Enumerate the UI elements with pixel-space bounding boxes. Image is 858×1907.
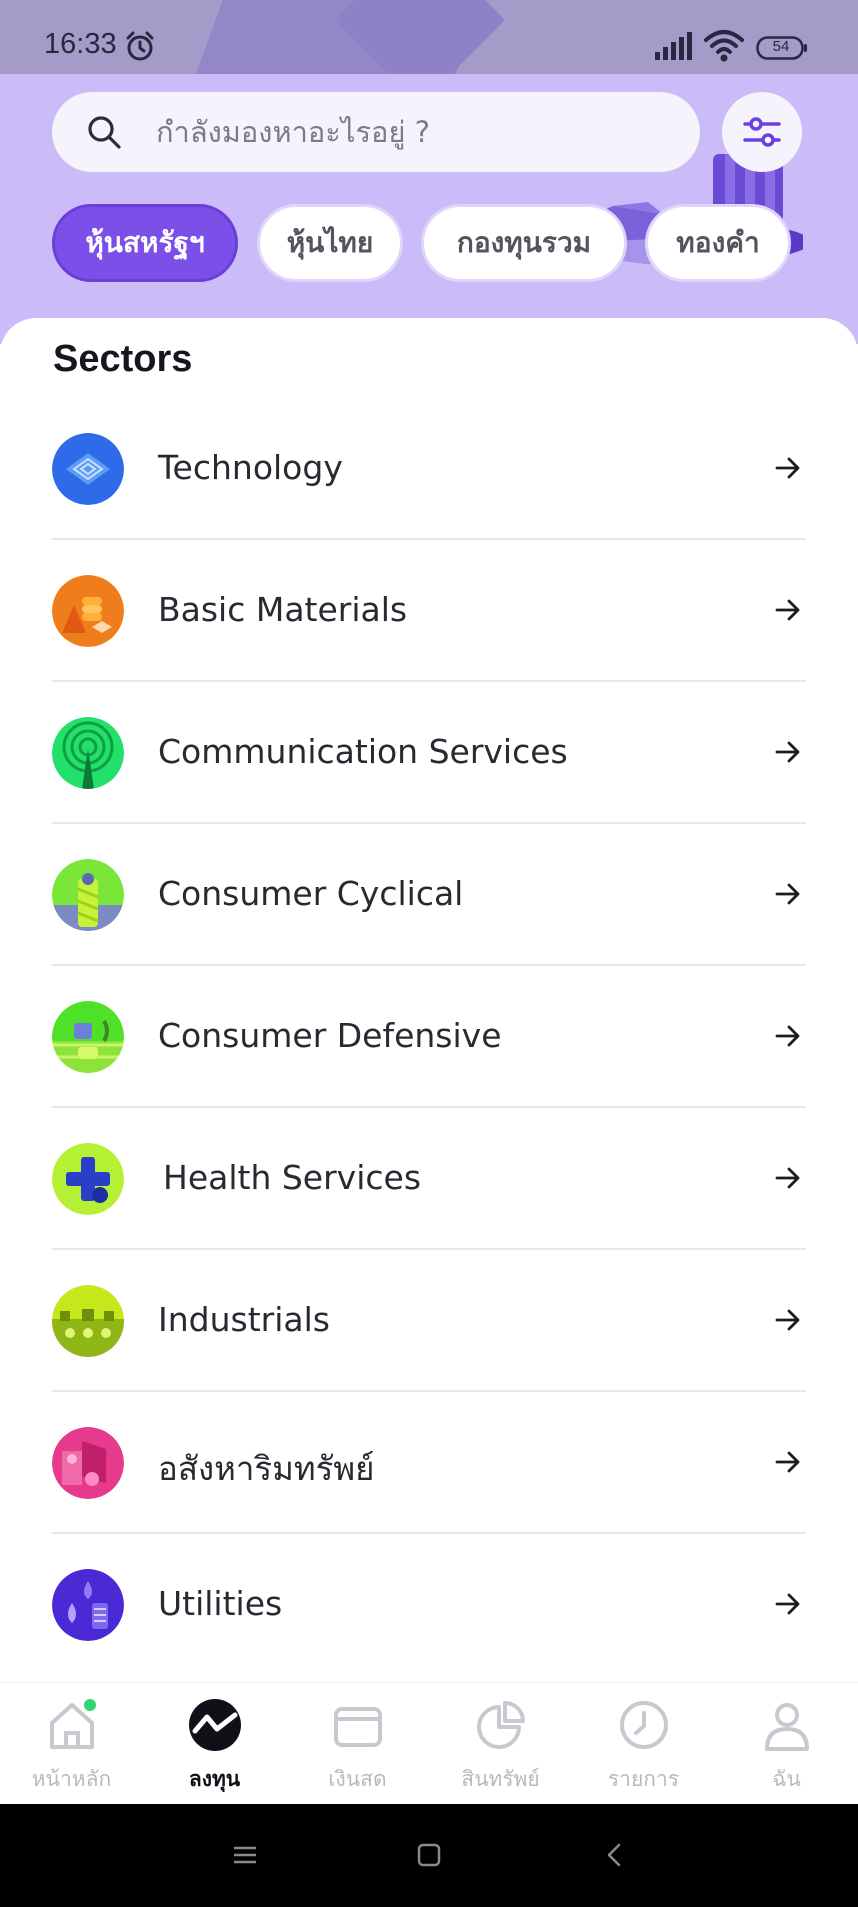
sector-item-technology[interactable]: Technology <box>0 398 858 540</box>
arrow-right-icon <box>775 1451 800 1473</box>
tab-us-stocks[interactable]: หุ้นสหรัฐฯ <box>52 204 238 282</box>
sector-item-communication-services[interactable]: Communication Services <box>0 682 858 824</box>
sector-label: Utilities <box>158 1584 283 1623</box>
arrow-right-icon <box>775 741 800 763</box>
bottom-navigation: หน้าหลัก ลงทุน เงินสด สินทรัพย์ รายการ ฉ… <box>0 1682 858 1804</box>
sector-item-consumer-cyclical[interactable]: Consumer Cyclical <box>0 824 858 966</box>
search-bar[interactable] <box>52 92 700 172</box>
battery-level: 54 <box>772 38 790 55</box>
basic-materials-icon <box>52 575 124 647</box>
consumer-defensive-icon <box>52 1001 124 1073</box>
wifi-icon <box>704 30 744 62</box>
tab-mutual-funds[interactable]: กองทุนรวม <box>421 204 627 282</box>
sector-label: Technology <box>158 448 343 487</box>
consumer-cyclical-icon <box>52 859 124 931</box>
alarm-icon <box>126 31 154 61</box>
arrow-right-icon <box>775 457 800 479</box>
industrials-icon <box>52 1285 124 1357</box>
nav-profile[interactable]: ฉัน <box>715 1683 858 1805</box>
sectors-panel: Sectors Technology Basic Materials Commu… <box>0 318 858 1682</box>
communication-tower-icon <box>52 717 124 789</box>
sector-item-health-services[interactable]: Health Services <box>0 1108 858 1250</box>
status-time: 16:33 <box>44 28 117 60</box>
tab-gold[interactable]: ทองคำ <box>645 204 791 282</box>
status-bar: 16:33 54 <box>0 0 858 74</box>
arrow-right-icon <box>775 599 800 621</box>
sector-label: Consumer Cyclical <box>158 874 464 913</box>
wallet-icon <box>334 1707 382 1747</box>
filter-sliders-icon <box>743 117 781 147</box>
arrow-right-icon <box>775 883 800 905</box>
sector-list: Technology Basic Materials Communication… <box>0 398 858 1676</box>
nav-transactions[interactable]: รายการ <box>572 1683 715 1805</box>
nav-label: รายการ <box>607 1767 680 1791</box>
sector-label: Basic Materials <box>158 590 408 629</box>
sector-label: อสังหาริมทรัพย์ <box>158 1449 375 1488</box>
arrow-right-icon <box>775 1025 800 1047</box>
home-square-icon[interactable] <box>414 1840 444 1870</box>
arrow-right-icon <box>775 1167 800 1189</box>
arrow-right-icon <box>775 1593 800 1615</box>
sector-item-real-estate[interactable]: อสังหาริมทรัพย์ <box>0 1392 858 1534</box>
sector-label: Consumer Defensive <box>158 1016 502 1055</box>
arrow-right-icon <box>775 1309 800 1331</box>
nav-label: ลงทุน <box>188 1767 241 1791</box>
menu-icon[interactable] <box>230 1840 260 1870</box>
pie-chart-icon <box>477 1701 525 1749</box>
nav-cash[interactable]: เงินสด <box>286 1683 429 1805</box>
notification-dot <box>82 1697 98 1713</box>
nav-label: เงินสด <box>328 1767 387 1791</box>
profile-icon <box>765 1703 809 1751</box>
sector-item-consumer-defensive[interactable]: Consumer Defensive <box>0 966 858 1108</box>
health-cross-icon <box>52 1143 124 1215</box>
nav-invest[interactable]: ลงทุน <box>143 1683 286 1805</box>
utilities-icon <box>52 1569 124 1641</box>
history-clock-icon <box>620 1701 668 1749</box>
search-icon <box>88 116 121 149</box>
system-navigation-bar <box>0 1804 858 1907</box>
back-icon[interactable] <box>600 1840 630 1870</box>
signal-icon <box>655 32 692 60</box>
invest-chart-icon <box>189 1699 241 1751</box>
sector-label: Industrials <box>158 1300 330 1339</box>
sector-item-utilities[interactable]: Utilities <box>0 1534 858 1676</box>
market-tabs: หุ้นสหรัฐฯ หุ้นไทย กองทุนรวม ทองคำ <box>0 204 858 284</box>
filter-button[interactable] <box>722 92 802 172</box>
nav-label: ฉัน <box>772 1767 801 1791</box>
nav-label: หน้าหลัก <box>31 1767 112 1791</box>
technology-icon <box>52 433 124 505</box>
section-title: Sectors <box>53 338 193 380</box>
tab-thai-stocks[interactable]: หุ้นไทย <box>257 204 403 282</box>
sector-item-industrials[interactable]: Industrials <box>0 1250 858 1392</box>
header: ★ ★ ★ หุ้นสหรัฐฯ หุ้นไทย กองทุนรวม ทองคำ <box>0 74 858 344</box>
nav-assets[interactable]: สินทรัพย์ <box>429 1683 572 1805</box>
nav-home[interactable]: หน้าหลัก <box>0 1683 143 1805</box>
sector-label: Health Services <box>163 1158 422 1197</box>
nav-label: สินทรัพย์ <box>461 1767 540 1791</box>
real-estate-icon <box>52 1427 124 1499</box>
app-screen: 16:33 54 กำลังมองหาอะไรอยู่ ? หุ้นสหรัฐฯ… <box>0 0 858 1907</box>
search-input[interactable] <box>156 92 676 172</box>
sector-item-basic-materials[interactable]: Basic Materials <box>0 540 858 682</box>
sector-label: Communication Services <box>158 732 568 771</box>
